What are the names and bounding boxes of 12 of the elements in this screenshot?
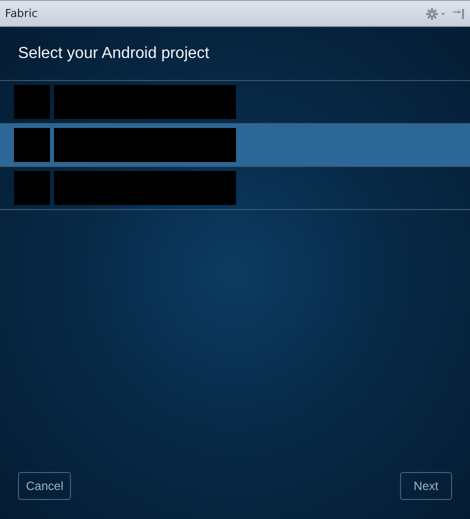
project-row[interactable] <box>0 124 470 167</box>
page-heading: Select your Android project <box>0 27 470 81</box>
pin-button[interactable] <box>452 8 466 20</box>
window-title: Fabric <box>5 7 38 20</box>
arrow-to-bar-icon <box>452 8 466 20</box>
next-button[interactable]: Next <box>400 472 452 500</box>
redaction-block <box>14 171 50 205</box>
redaction-block <box>14 128 50 162</box>
settings-button[interactable] <box>426 8 448 20</box>
cancel-button[interactable]: Cancel <box>18 472 72 500</box>
redaction-block <box>14 85 50 119</box>
settings-icon <box>426 8 448 20</box>
